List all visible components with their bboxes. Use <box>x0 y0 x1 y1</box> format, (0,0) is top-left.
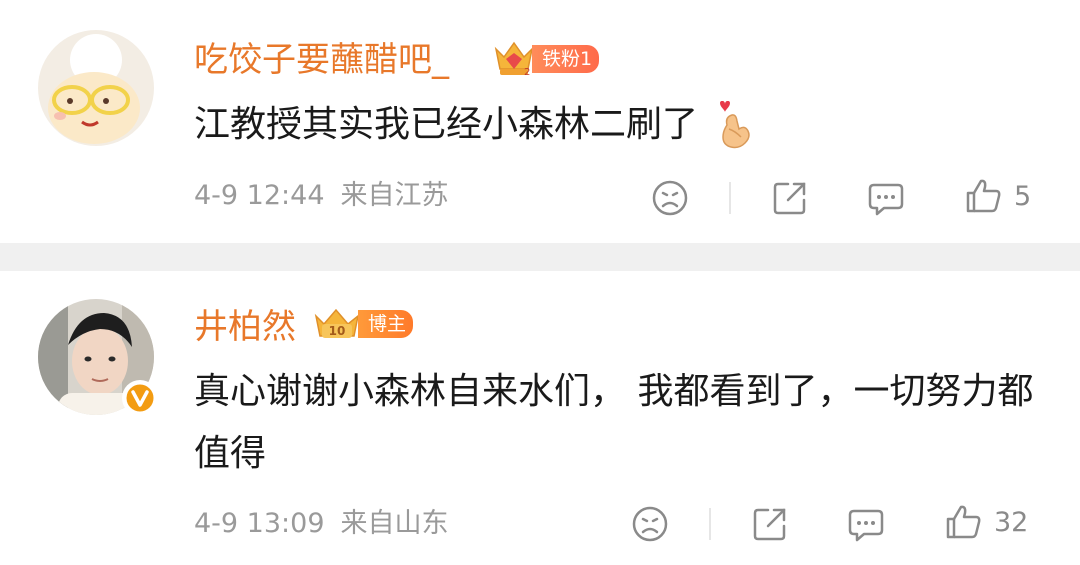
svg-text:2: 2 <box>524 67 530 78</box>
like-count: 5 <box>1014 180 1032 212</box>
sad-face-icon <box>632 506 668 542</box>
reply-button[interactable] <box>846 504 886 544</box>
avatar[interactable] <box>38 30 154 146</box>
username[interactable]: 吃饺子要蘸醋吧_ <box>194 40 449 80</box>
crown-level-icon: 10 <box>314 308 360 338</box>
crown-diamond-icon: 2 <box>494 41 534 78</box>
comment-separator <box>0 243 1080 271</box>
fan-badge[interactable]: 2 铁粉1 <box>492 41 600 78</box>
share-icon <box>753 508 786 541</box>
svg-text:10: 10 <box>329 324 346 338</box>
thumbs-up-icon <box>946 505 981 539</box>
share-button[interactable] <box>750 504 790 544</box>
username[interactable]: 井柏然 <box>194 307 296 347</box>
finger-heart-icon <box>720 101 751 149</box>
comment-text-body: 江教授其实我已经小森林二刷了 <box>194 104 699 145</box>
comment-item: 井柏然 10 博主 真心谢谢小森林自来水们， 我都看到了，一切努力都值得 4-9… <box>0 271 1080 565</box>
share-icon <box>773 182 806 215</box>
comment-meta: 4-9 13:09 来自山东 <box>194 507 465 541</box>
comment-text: 江教授其实我已经小森林二刷了 <box>194 94 755 156</box>
dislike-button[interactable] <box>650 178 690 218</box>
share-button[interactable] <box>770 178 810 218</box>
like-count: 32 <box>994 506 1029 538</box>
reply-button[interactable] <box>866 178 906 218</box>
thumbs-up-icon <box>966 179 1001 213</box>
comment-date: 4-9 12:44 <box>194 180 325 211</box>
comment-location: 来自山东 <box>340 508 449 539</box>
dislike-button[interactable] <box>630 504 670 544</box>
verified-badge <box>122 380 158 416</box>
action-divider <box>729 182 731 214</box>
blogger-badge[interactable]: 10 博主 <box>312 307 414 341</box>
like-button[interactable]: 5 <box>964 176 1031 216</box>
verified-v-icon <box>123 381 157 415</box>
comment-date: 4-9 13:09 <box>194 508 325 539</box>
comment-bubble-icon <box>868 183 904 216</box>
comment-text: 真心谢谢小森林自来水们， 我都看到了，一切努力都值得 <box>194 371 1034 474</box>
comment-item: 吃饺子要蘸醋吧_ 2 铁粉1 江教授其实我已经小森林二刷了 4-9 12:44 来… <box>0 0 1080 243</box>
sad-face-icon <box>652 180 688 216</box>
action-divider <box>709 508 711 540</box>
avatar-image <box>38 30 154 146</box>
like-button[interactable]: 32 <box>944 502 1028 542</box>
comment-bubble-icon <box>848 509 884 542</box>
badge-label: 博主 <box>358 310 414 338</box>
comment-meta: 4-9 12:44 来自江苏 <box>194 179 465 213</box>
badge-label: 铁粉1 <box>532 45 600 73</box>
comment-location: 来自江苏 <box>340 180 449 211</box>
